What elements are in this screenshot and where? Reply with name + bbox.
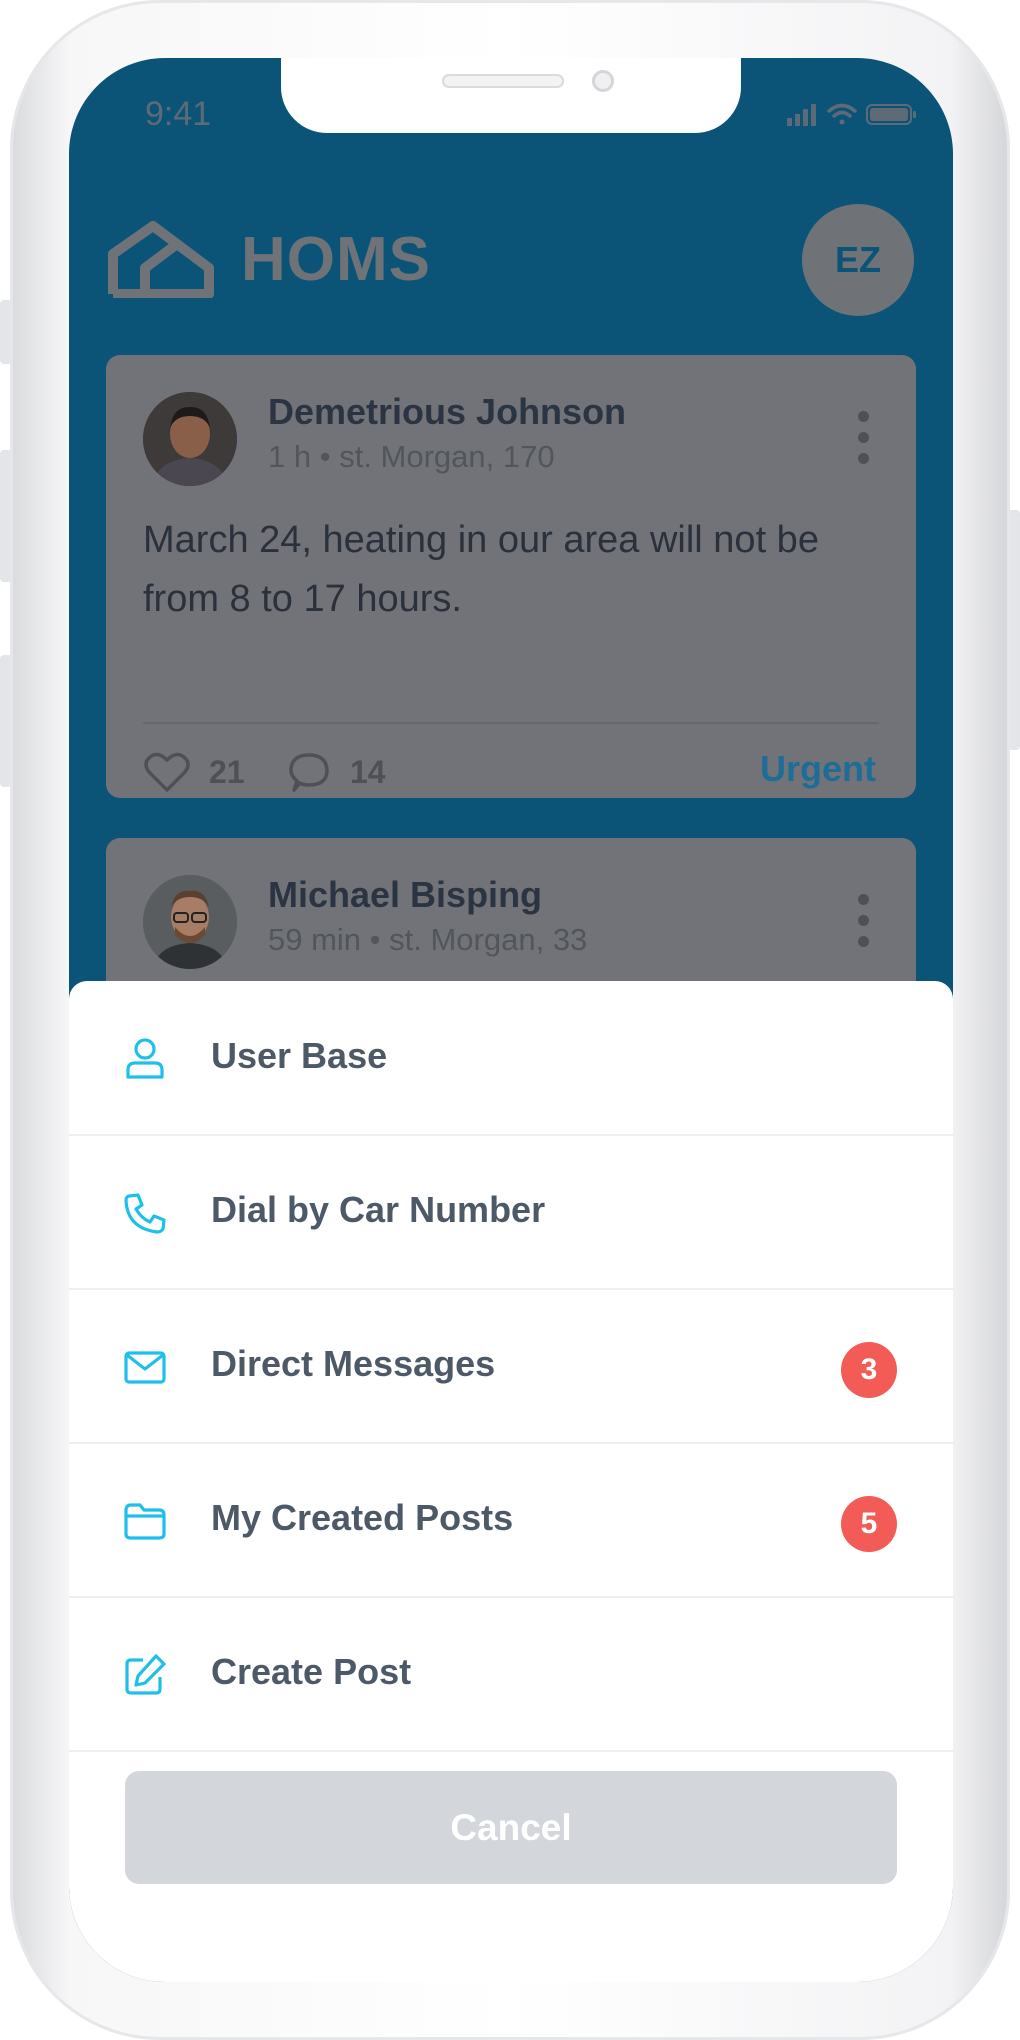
menu-item-dial-by-car-number[interactable]: Dial by Car Number: [69, 1135, 953, 1290]
like-button[interactable]: 21: [143, 750, 245, 794]
menu-item-direct-messages[interactable]: Direct Messages 3: [69, 1289, 953, 1444]
menu-item-user-base[interactable]: User Base: [69, 981, 953, 1136]
house-logo-icon: [108, 221, 214, 298]
menu-item-label: Dial by Car Number: [211, 1189, 546, 1230]
heart-icon: [144, 752, 190, 792]
signal-icon: [787, 104, 816, 126]
post-location: st. Morgan, 170: [339, 439, 555, 474]
post-author[interactable]: Michael Bisping: [268, 874, 542, 916]
post-time: 1 h: [268, 439, 312, 474]
folder-icon: [124, 1503, 166, 1540]
post-text: March 24, heating in our area will not b…: [143, 519, 819, 620]
phone-mockup: 9:41 HOMS EZ Demetrious Johnson 1 h • st…: [0, 0, 1020, 2040]
comment-icon: [289, 753, 329, 792]
screen: 9:41 HOMS EZ Demetrious Johnson 1 h • st…: [69, 58, 953, 1982]
wifi-icon: [827, 103, 857, 125]
comment-count: 14: [350, 753, 386, 790]
more-options-icon[interactable]: [858, 894, 869, 957]
menu-item-label: Create Post: [211, 1651, 412, 1692]
phone-icon: [124, 1193, 166, 1234]
menu-item-label: My Created Posts: [211, 1497, 514, 1538]
menu-item-my-created-posts[interactable]: My Created Posts 5: [69, 1443, 953, 1598]
post-card[interactable]: Demetrious Johnson 1 h • st. Morgan, 170…: [106, 355, 916, 798]
status-time: 9:41: [145, 95, 212, 133]
menu-item-label: Direct Messages: [211, 1343, 496, 1384]
user-avatar[interactable]: EZ: [802, 204, 914, 316]
post-author[interactable]: Demetrious Johnson: [268, 391, 626, 433]
notch: [281, 58, 741, 133]
author-avatar: [143, 875, 237, 969]
app-brand: HOMS: [241, 225, 431, 294]
post-time: 59 min: [268, 922, 362, 957]
comment-button[interactable]: 14: [286, 750, 386, 794]
divider: [143, 722, 879, 724]
unread-badge: 3: [841, 1342, 897, 1398]
speaker-grille: [442, 74, 564, 88]
count-badge: 5: [841, 1496, 897, 1552]
mail-icon: [124, 1351, 166, 1384]
battery-icon: [866, 104, 916, 125]
urgent-tag: Urgent: [760, 748, 876, 789]
post-location: st. Morgan, 33: [389, 922, 588, 957]
front-camera: [592, 70, 614, 92]
user-icon: [126, 1038, 164, 1079]
status-indicators: [787, 103, 916, 126]
menu-item-label: User Base: [211, 1035, 388, 1076]
post-meta: 59 min • st. Morgan, 33: [268, 922, 588, 957]
more-options-icon[interactable]: [858, 411, 869, 474]
cancel-button[interactable]: Cancel: [125, 1771, 897, 1884]
edit-icon: [125, 1654, 166, 1695]
like-count: 21: [209, 753, 245, 790]
menu-item-create-post[interactable]: Create Post: [69, 1597, 953, 1752]
post-meta: 1 h • st. Morgan, 170: [268, 439, 555, 474]
author-avatar: [143, 392, 237, 486]
